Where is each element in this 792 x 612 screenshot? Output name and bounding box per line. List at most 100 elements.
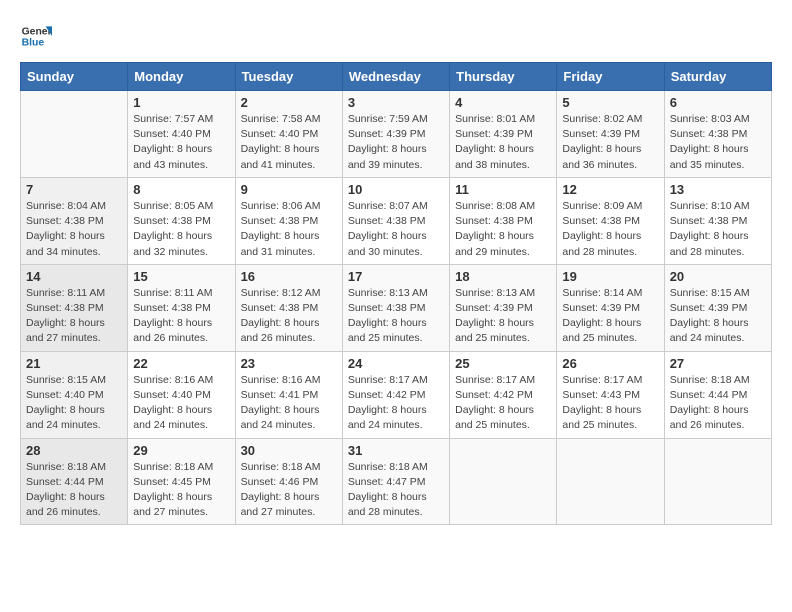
day-number: 5 — [562, 95, 658, 110]
day-detail: Sunrise: 8:06 AMSunset: 4:38 PMDaylight:… — [241, 199, 337, 260]
day-detail: Sunrise: 8:13 AMSunset: 4:38 PMDaylight:… — [348, 286, 444, 347]
day-detail: Sunrise: 7:59 AMSunset: 4:39 PMDaylight:… — [348, 112, 444, 173]
day-number: 30 — [241, 443, 337, 458]
day-detail: Sunrise: 8:18 AMSunset: 4:47 PMDaylight:… — [348, 460, 444, 521]
day-detail: Sunrise: 7:58 AMSunset: 4:40 PMDaylight:… — [241, 112, 337, 173]
svg-text:Blue: Blue — [22, 38, 45, 49]
day-detail: Sunrise: 8:09 AMSunset: 4:38 PMDaylight:… — [562, 199, 658, 260]
day-number: 2 — [241, 95, 337, 110]
calendar-cell: 20Sunrise: 8:15 AMSunset: 4:39 PMDayligh… — [664, 264, 771, 351]
day-detail: Sunrise: 8:17 AMSunset: 4:42 PMDaylight:… — [455, 373, 551, 434]
day-detail: Sunrise: 8:16 AMSunset: 4:41 PMDaylight:… — [241, 373, 337, 434]
calendar-cell: 14 Sunrise: 8:11 AMSunset: 4:38 PMDayligh… — [21, 264, 128, 351]
calendar-cell: 28Sunrise: 8:18 AMSunset: 4:44 PMDayligh… — [21, 438, 128, 525]
calendar-week-row: 21Sunrise: 8:15 AMSunset: 4:40 PMDayligh… — [21, 351, 772, 438]
day-number: 8 — [133, 182, 229, 197]
logo: General Blue — [20, 20, 56, 52]
weekday-header-friday: Friday — [557, 63, 664, 91]
calendar-cell: 30 Sunrise: 8:18 AMSunset: 4:46 PMDayligh… — [235, 438, 342, 525]
day-number: 3 — [348, 95, 444, 110]
calendar-header-row: SundayMondayTuesdayWednesdayThursdayFrid… — [21, 63, 772, 91]
day-detail: Sunrise: 8:12 AMSunset: 4:38 PMDaylight:… — [241, 286, 337, 347]
day-number: 18 — [455, 269, 551, 284]
calendar-cell — [557, 438, 664, 525]
calendar-week-row: 1 Sunrise: 7:57 AMSunset: 4:40 PMDaylight… — [21, 91, 772, 178]
weekday-header-monday: Monday — [128, 63, 235, 91]
day-detail: Sunrise: 8:18 AMSunset: 4:45 PMDaylight:… — [133, 460, 229, 521]
calendar-body: 1 Sunrise: 7:57 AMSunset: 4:40 PMDaylight… — [21, 91, 772, 525]
day-number: 28 — [26, 443, 122, 458]
day-number: 15 — [133, 269, 229, 284]
weekday-header-thursday: Thursday — [450, 63, 557, 91]
day-detail: Sunrise: 8:14 AMSunset: 4:39 PMDaylight:… — [562, 286, 658, 347]
calendar-cell: 12 Sunrise: 8:09 AMSunset: 4:38 PMDayligh… — [557, 177, 664, 264]
day-detail: Sunrise: 8:08 AMSunset: 4:38 PMDaylight:… — [455, 199, 551, 260]
day-number: 31 — [348, 443, 444, 458]
calendar-cell: 7 Sunrise: 8:04 AMSunset: 4:38 PMDaylight… — [21, 177, 128, 264]
day-number: 14 — [26, 269, 122, 284]
calendar-week-row: 14 Sunrise: 8:11 AMSunset: 4:38 PMDayligh… — [21, 264, 772, 351]
calendar-week-row: 7 Sunrise: 8:04 AMSunset: 4:38 PMDaylight… — [21, 177, 772, 264]
calendar-cell: 27 Sunrise: 8:18 AMSunset: 4:44 PMDayligh… — [664, 351, 771, 438]
calendar-cell: 13Sunrise: 8:10 AMSunset: 4:38 PMDayligh… — [664, 177, 771, 264]
day-number: 29 — [133, 443, 229, 458]
day-number: 23 — [241, 356, 337, 371]
calendar-cell: 31 Sunrise: 8:18 AMSunset: 4:47 PMDayligh… — [342, 438, 449, 525]
calendar-cell: 8 Sunrise: 8:05 AMSunset: 4:38 PMDaylight… — [128, 177, 235, 264]
day-number: 12 — [562, 182, 658, 197]
calendar-cell — [664, 438, 771, 525]
day-number: 1 — [133, 95, 229, 110]
day-number: 7 — [26, 182, 122, 197]
calendar-cell: 16Sunrise: 8:12 AMSunset: 4:38 PMDayligh… — [235, 264, 342, 351]
day-number: 10 — [348, 182, 444, 197]
day-detail: Sunrise: 8:18 AMSunset: 4:46 PMDaylight:… — [241, 460, 337, 521]
weekday-header-tuesday: Tuesday — [235, 63, 342, 91]
calendar-cell: 9 Sunrise: 8:06 AMSunset: 4:38 PMDaylight… — [235, 177, 342, 264]
day-number: 20 — [670, 269, 766, 284]
calendar-cell: 1 Sunrise: 7:57 AMSunset: 4:40 PMDaylight… — [128, 91, 235, 178]
day-number: 9 — [241, 182, 337, 197]
day-detail: Sunrise: 8:01 AMSunset: 4:39 PMDaylight:… — [455, 112, 551, 173]
day-number: 13 — [670, 182, 766, 197]
calendar-cell — [450, 438, 557, 525]
calendar-cell: 5 Sunrise: 8:02 AMSunset: 4:39 PMDaylight… — [557, 91, 664, 178]
day-detail: Sunrise: 8:17 AMSunset: 4:43 PMDaylight:… — [562, 373, 658, 434]
day-detail: Sunrise: 8:18 AMSunset: 4:44 PMDaylight:… — [670, 373, 766, 434]
calendar-cell: 11Sunrise: 8:08 AMSunset: 4:38 PMDayligh… — [450, 177, 557, 264]
day-number: 26 — [562, 356, 658, 371]
day-number: 27 — [670, 356, 766, 371]
day-detail: Sunrise: 8:11 AMSunset: 4:38 PMDaylight:… — [26, 286, 122, 347]
day-detail: Sunrise: 8:04 AMSunset: 4:38 PMDaylight:… — [26, 199, 122, 260]
calendar-cell: 19Sunrise: 8:14 AMSunset: 4:39 PMDayligh… — [557, 264, 664, 351]
day-number: 6 — [670, 95, 766, 110]
calendar-cell: 22Sunrise: 8:16 AMSunset: 4:40 PMDayligh… — [128, 351, 235, 438]
calendar-cell: 23 Sunrise: 8:16 AMSunset: 4:41 PMDayligh… — [235, 351, 342, 438]
calendar-cell: 4Sunrise: 8:01 AMSunset: 4:39 PMDaylight… — [450, 91, 557, 178]
day-detail: Sunrise: 8:05 AMSunset: 4:38 PMDaylight:… — [133, 199, 229, 260]
header: General Blue — [20, 20, 772, 52]
day-detail: Sunrise: 7:57 AMSunset: 4:40 PMDaylight:… — [133, 112, 229, 173]
day-detail: Sunrise: 8:03 AMSunset: 4:38 PMDaylight:… — [670, 112, 766, 173]
day-detail: Sunrise: 8:13 AMSunset: 4:39 PMDaylight:… — [455, 286, 551, 347]
calendar-cell: 21Sunrise: 8:15 AMSunset: 4:40 PMDayligh… — [21, 351, 128, 438]
calendar-cell — [21, 91, 128, 178]
logo-icon: General Blue — [20, 20, 52, 52]
calendar-week-row: 28Sunrise: 8:18 AMSunset: 4:44 PMDayligh… — [21, 438, 772, 525]
weekday-header-sunday: Sunday — [21, 63, 128, 91]
weekday-header-wednesday: Wednesday — [342, 63, 449, 91]
calendar-cell: 25Sunrise: 8:17 AMSunset: 4:42 PMDayligh… — [450, 351, 557, 438]
day-detail: Sunrise: 8:15 AMSunset: 4:40 PMDaylight:… — [26, 373, 122, 434]
calendar-cell: 17 Sunrise: 8:13 AMSunset: 4:38 PMDayligh… — [342, 264, 449, 351]
day-detail: Sunrise: 8:07 AMSunset: 4:38 PMDaylight:… — [348, 199, 444, 260]
day-detail: Sunrise: 8:11 AMSunset: 4:38 PMDaylight:… — [133, 286, 229, 347]
calendar-cell: 10 Sunrise: 8:07 AMSunset: 4:38 PMDayligh… — [342, 177, 449, 264]
calendar-cell: 18 Sunrise: 8:13 AMSunset: 4:39 PMDayligh… — [450, 264, 557, 351]
day-detail: Sunrise: 8:02 AMSunset: 4:39 PMDaylight:… — [562, 112, 658, 173]
calendar-table: SundayMondayTuesdayWednesdayThursdayFrid… — [20, 62, 772, 525]
calendar-cell: 29 Sunrise: 8:18 AMSunset: 4:45 PMDayligh… — [128, 438, 235, 525]
day-number: 17 — [348, 269, 444, 284]
day-detail: Sunrise: 8:17 AMSunset: 4:42 PMDaylight:… — [348, 373, 444, 434]
day-number: 22 — [133, 356, 229, 371]
weekday-header-saturday: Saturday — [664, 63, 771, 91]
calendar-cell: 15 Sunrise: 8:11 AMSunset: 4:38 PMDayligh… — [128, 264, 235, 351]
